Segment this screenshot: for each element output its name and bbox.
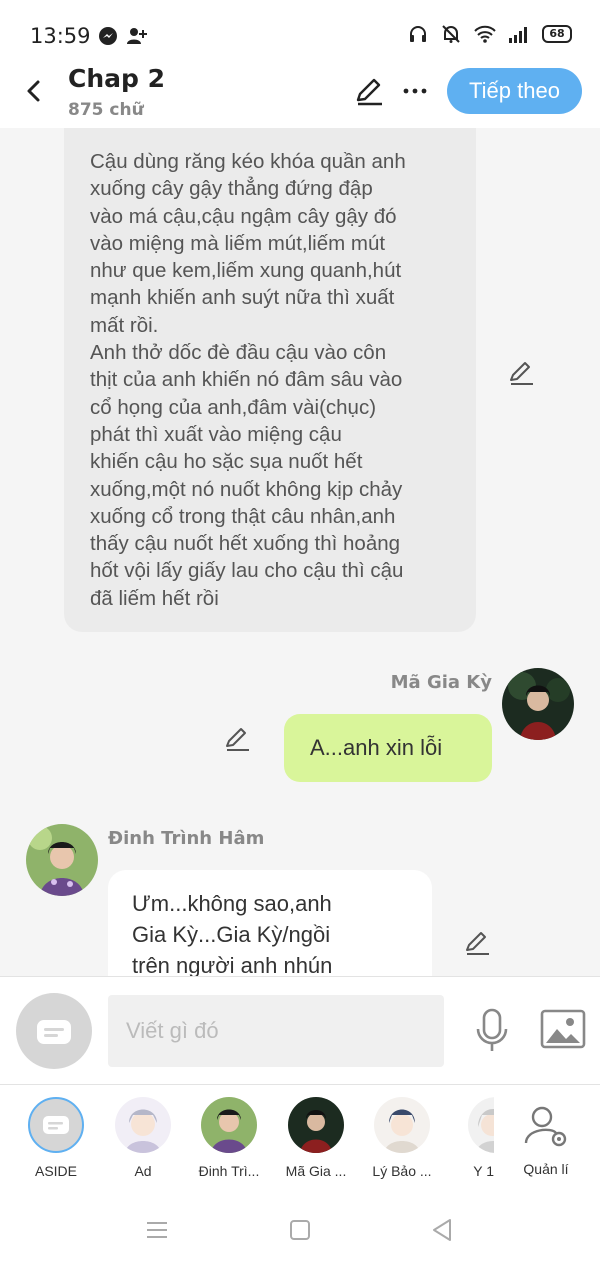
back-icon[interactable] [428, 1216, 456, 1244]
word-count: 875 chữ [68, 100, 144, 120]
avatar [374, 1097, 430, 1153]
chapter-header: Chap 2 875 chữ Tiếp theo [0, 56, 600, 128]
speaker-name: Đinh Trình Hâm [108, 828, 265, 849]
character-bar: ASIDE Ad Đinh Trì... Mã Gia ... Lý Bảo .… [0, 1084, 600, 1196]
avatar [201, 1097, 257, 1153]
character-ly-bao[interactable]: Lý Bảo ... [362, 1097, 442, 1179]
compose-bar [0, 976, 600, 1084]
edit-pen-icon[interactable] [352, 74, 386, 108]
image-icon[interactable] [540, 1009, 586, 1049]
narration-bubble: Cậu dùng răng kéo khóa quần anh xuống câ… [64, 128, 476, 632]
home-icon[interactable] [286, 1216, 314, 1244]
headphones-icon [410, 26, 426, 42]
message-bubble-left: Ưm...không sao,anh Gia Kỳ...Gia Kỳ/ngồi … [108, 870, 432, 976]
user-settings-icon [524, 1106, 567, 1147]
messenger-icon [99, 27, 117, 45]
avatar [115, 1097, 171, 1153]
edit-message-icon[interactable] [222, 724, 252, 754]
aside-icon [28, 1097, 84, 1153]
message-input[interactable] [108, 995, 444, 1067]
status-time: 13:59 [30, 24, 91, 48]
battery-indicator: 68 [542, 25, 572, 43]
more-options-icon[interactable] [398, 74, 432, 108]
menu-icon[interactable] [143, 1216, 171, 1244]
character-y1[interactable]: Y 1 [446, 1097, 494, 1179]
speaker-name: Mã Gia Kỳ [390, 672, 492, 693]
character-ad[interactable]: Ad [103, 1097, 183, 1179]
page-title: Chap 2 [68, 64, 166, 93]
character-dinh-trinh-ham[interactable]: Đinh Trì... [189, 1097, 269, 1179]
edit-message-icon[interactable] [462, 928, 492, 958]
mute-bell-icon [442, 25, 460, 43]
aside-icon [37, 1020, 71, 1044]
add-user-icon [127, 28, 147, 44]
signal-icon [509, 27, 527, 43]
story-content[interactable]: Cậu dùng răng kéo khóa quần anh xuống câ… [0, 128, 600, 976]
avatar [288, 1097, 344, 1153]
edit-narration-icon[interactable] [506, 358, 536, 388]
back-arrow-icon[interactable] [18, 74, 52, 108]
aside-toggle-button[interactable] [16, 993, 92, 1069]
next-button[interactable]: Tiếp theo [447, 68, 582, 114]
avatar [468, 1097, 494, 1153]
character-ma-gia-ky[interactable]: Mã Gia ... [276, 1097, 356, 1179]
character-aside[interactable]: ASIDE [16, 1097, 96, 1179]
microphone-icon[interactable] [472, 1007, 512, 1055]
system-nav-bar [0, 1196, 600, 1267]
manage-characters-button[interactable]: Quản lí [506, 1097, 586, 1177]
wifi-icon [474, 25, 496, 43]
avatar[interactable] [26, 824, 98, 896]
avatar[interactable] [502, 668, 574, 740]
message-bubble-right: A...anh xin lỗi [284, 714, 492, 782]
